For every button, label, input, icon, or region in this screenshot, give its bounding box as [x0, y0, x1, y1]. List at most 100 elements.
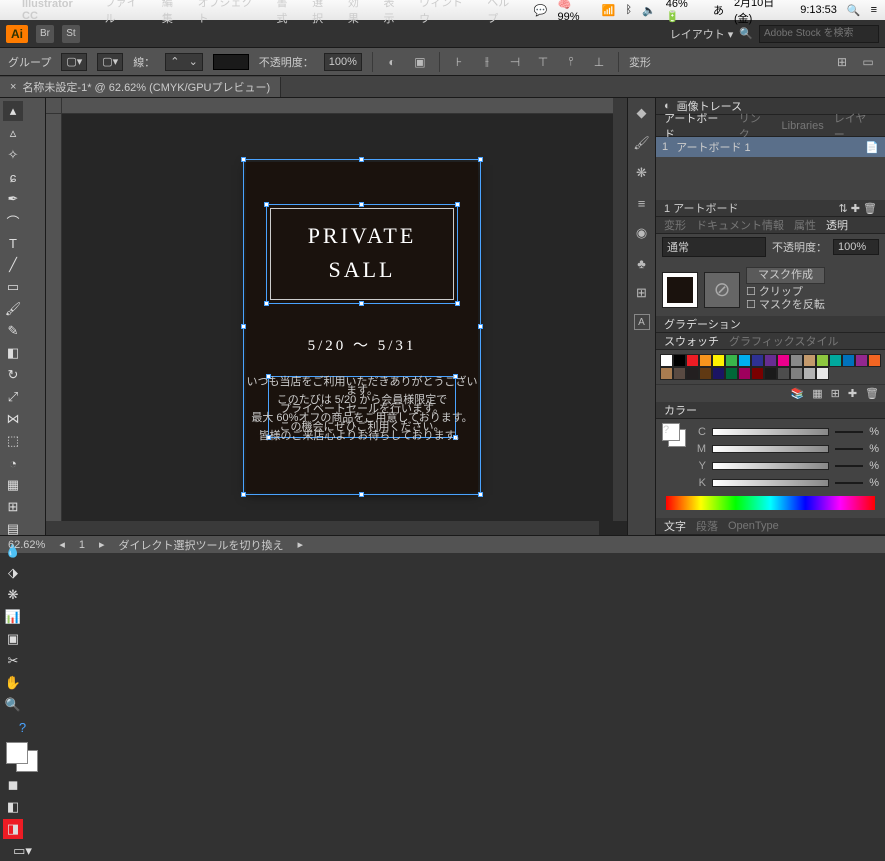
recolor-icon[interactable]: ◐	[383, 53, 401, 71]
canvas[interactable]: PRIVATE SALL 5/20 ～ 5/31 いつも当店をご利用いただきあり…	[46, 98, 627, 535]
tab-transparency[interactable]: 透明	[826, 217, 848, 233]
type-tool[interactable]: T	[3, 233, 23, 253]
menu-type[interactable]: 書式	[277, 0, 299, 26]
swatch[interactable]	[738, 367, 751, 380]
ime-icon[interactable]: あ	[713, 2, 724, 18]
document-tab[interactable]: × 名称未設定-1* @ 62.62% (CMYK/GPUプレビュー)	[0, 77, 281, 97]
m-value[interactable]	[835, 448, 863, 450]
swatch[interactable]	[673, 367, 686, 380]
dock-char-icon[interactable]: A	[634, 314, 650, 330]
swatch-new-icon[interactable]: ✚	[848, 387, 857, 400]
swatch[interactable]	[673, 354, 686, 367]
dock-brush-icon[interactable]: 🖌	[633, 134, 651, 152]
fill-color[interactable]	[6, 742, 28, 764]
align-top-icon[interactable]: ⊤	[534, 53, 552, 71]
hand-tool[interactable]: ✋	[3, 673, 23, 693]
artboard-nav-prev[interactable]: ◂	[59, 538, 65, 551]
menu-select[interactable]: 選択	[312, 0, 334, 26]
dock-symbol-icon[interactable]: ❋	[633, 164, 651, 182]
swatch[interactable]	[699, 354, 712, 367]
draw-mode[interactable]: ◼	[3, 775, 23, 795]
invert-checkbox[interactable]: ☐ マスクを反転	[746, 299, 825, 312]
c-slider[interactable]	[712, 428, 829, 436]
swatch[interactable]	[686, 354, 699, 367]
layout-select[interactable]: レイアウト ▾	[670, 26, 734, 42]
stroke-weight[interactable]: ⌃ ⌄	[165, 53, 203, 71]
blend-tool[interactable]: ⬗	[3, 563, 23, 583]
menu-help[interactable]: ヘルプ	[487, 0, 519, 26]
tab-paragraph[interactable]: 段落	[696, 518, 718, 534]
zoom-level[interactable]: 62.62%	[8, 539, 45, 551]
tab-character[interactable]: 文字	[664, 518, 686, 534]
opacity-input[interactable]: 100%	[324, 53, 362, 71]
tab-attributes[interactable]: 属性	[794, 217, 816, 233]
make-mask-button[interactable]: マスク作成	[746, 267, 825, 284]
slice-tool[interactable]: ✂	[3, 651, 23, 671]
swatch[interactable]	[699, 367, 712, 380]
stock-search-input[interactable]	[759, 25, 879, 43]
tab-opentype[interactable]: OpenType	[728, 520, 779, 532]
time[interactable]: 9:13:53	[800, 4, 837, 16]
swatch[interactable]	[725, 354, 738, 367]
ruler-origin[interactable]	[46, 98, 62, 114]
gradient-tool[interactable]: ▤	[3, 519, 23, 539]
help-icon[interactable]: ?	[3, 717, 42, 737]
draw-behind[interactable]: ◧	[3, 797, 23, 817]
zoom-tool[interactable]: 🔍	[3, 695, 23, 715]
dock-color-icon[interactable]: ◆	[633, 104, 651, 122]
swatch[interactable]	[816, 354, 829, 367]
tab-graphicstyles[interactable]: グラフィックスタイル	[729, 333, 838, 349]
brush-tool[interactable]: 🖌	[3, 299, 23, 319]
m-slider[interactable]	[712, 445, 829, 453]
swatch[interactable]	[712, 367, 725, 380]
canvas-scroll-v[interactable]	[613, 98, 627, 521]
y-value[interactable]	[835, 465, 863, 467]
date[interactable]: 2月10日(金)	[734, 0, 790, 26]
panel-toggle-icon[interactable]: ⊞	[833, 53, 851, 71]
menu-window[interactable]: ウィンドウ	[419, 0, 473, 26]
spotlight-icon[interactable]: 🔍	[847, 4, 861, 17]
tab-swatches[interactable]: スウォッチ	[664, 333, 719, 349]
shaper-tool[interactable]: ✎	[3, 321, 23, 341]
align-hcenter-icon[interactable]: ⫲	[478, 53, 496, 71]
swatch[interactable]	[738, 354, 751, 367]
menu-object[interactable]: オブジェクト	[198, 0, 263, 26]
artboard[interactable]: PRIVATE SALL 5/20 ～ 5/31 いつも当店をご利用いただきあり…	[246, 162, 478, 492]
swatch-delete-icon[interactable]: 🗑	[865, 387, 879, 400]
swatch[interactable]	[855, 354, 868, 367]
transform-link[interactable]: 変形	[629, 54, 651, 70]
tab-gradient[interactable]: グラデーション	[664, 316, 741, 332]
scale-tool[interactable]: ⤢	[3, 387, 23, 407]
swatch[interactable]	[842, 354, 855, 367]
ruler-vertical[interactable]	[46, 114, 62, 535]
color-spectrum[interactable]	[666, 496, 875, 510]
swatch[interactable]	[751, 367, 764, 380]
artboard-tool[interactable]: ▣	[3, 629, 23, 649]
screen-mode[interactable]: ▭▾	[3, 841, 42, 861]
color-well[interactable]	[2, 742, 43, 774]
shape-builder-tool[interactable]: ◔	[3, 453, 23, 473]
object-thumb[interactable]	[662, 272, 698, 308]
style-icon[interactable]: ▣	[411, 53, 429, 71]
ruler-horizontal[interactable]	[62, 98, 627, 114]
direct-select-tool[interactable]: ▵	[3, 123, 23, 143]
stroke-dropdown[interactable]: ▢▾	[97, 53, 123, 71]
free-transform-tool[interactable]: ⬚	[3, 431, 23, 451]
align-bottom-icon[interactable]: ⊥	[590, 53, 608, 71]
swatch[interactable]	[803, 354, 816, 367]
swatch[interactable]	[803, 367, 816, 380]
stock-icon[interactable]: St	[62, 25, 80, 43]
c-value[interactable]	[835, 431, 863, 433]
align-vcenter-icon[interactable]: ⫯	[562, 53, 580, 71]
artboard-nav[interactable]: ⇅ ✚ 🗑	[838, 202, 877, 215]
menu-edit[interactable]: 編集	[162, 0, 184, 26]
rotate-tool[interactable]: ↻	[3, 365, 23, 385]
menu-view[interactable]: 表示	[383, 0, 405, 26]
siri-icon[interactable]: ≡	[871, 4, 877, 16]
width-tool[interactable]: ⋈	[3, 409, 23, 429]
tab-libraries[interactable]: Libraries	[782, 120, 824, 132]
swatch[interactable]	[764, 367, 777, 380]
draw-inside[interactable]: ◨	[3, 819, 23, 839]
dock-stroke-icon[interactable]: ≡	[633, 194, 651, 212]
graph-tool[interactable]: 📊	[3, 607, 23, 627]
